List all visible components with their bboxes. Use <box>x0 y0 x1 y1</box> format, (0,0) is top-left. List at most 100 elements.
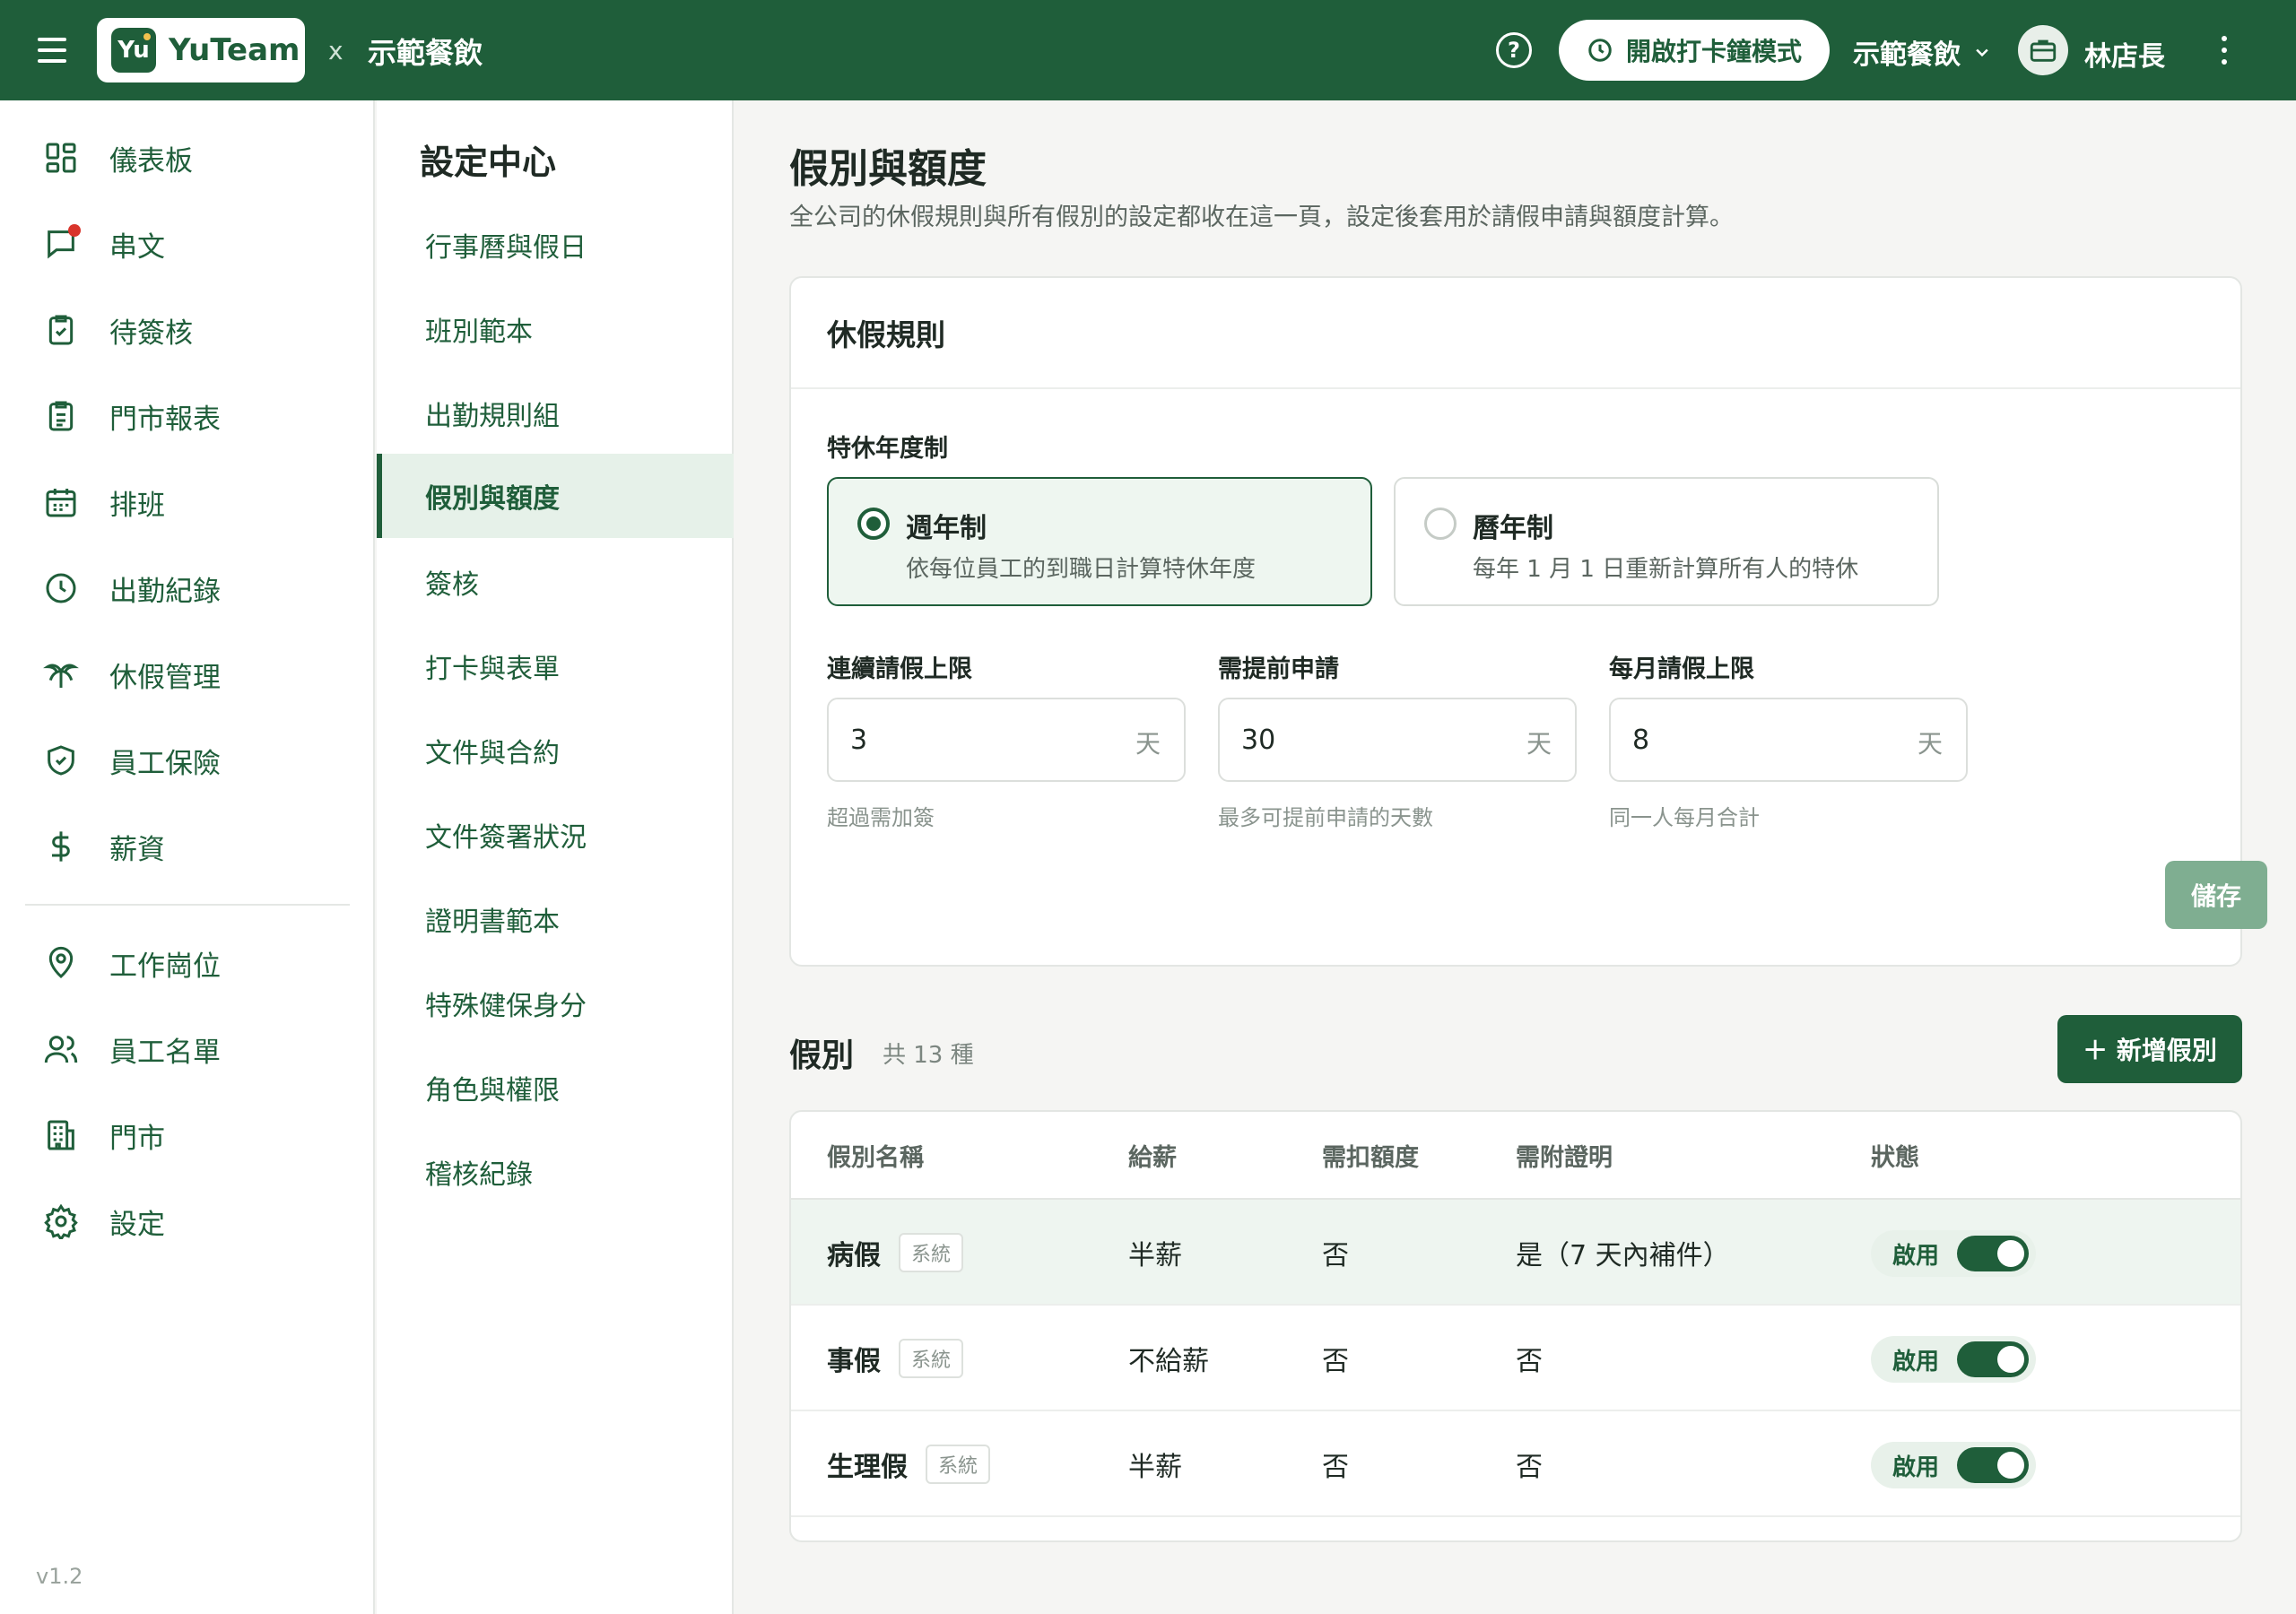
advance-apply-label: 需提前申請 <box>1218 655 1339 683</box>
sidebar-item-approvals[interactable]: 待簽核 <box>0 294 375 366</box>
monthly-limit-label: 每月請假上限 <box>1609 655 1754 683</box>
subnav-item-roles-permissions[interactable]: 角色與權限 <box>377 1046 734 1130</box>
save-button[interactable]: 儲存 <box>2165 861 2267 929</box>
status-toggle[interactable] <box>1957 1341 2029 1377</box>
leave-name-cell: 生理假 系統 <box>827 1411 991 1517</box>
option-title: 週年制 <box>906 513 987 544</box>
page-description: 全公司的休假規則與所有假別的設定都收在這一頁，設定後套用於請假申請與額度計算。 <box>789 204 1734 231</box>
table-row[interactable]: 事假 系統 不給薪 否 否 啟用 <box>791 1306 2240 1411</box>
sidebar-item-label: 排班 <box>109 489 165 522</box>
status-badge: 啟用 <box>1871 1230 2036 1277</box>
subnav-item-signing-status[interactable]: 文件簽署狀況 <box>377 793 734 877</box>
chat-icon <box>39 222 83 265</box>
sidebar-item-label: 休假管理 <box>109 661 221 694</box>
more-vertical-icon[interactable] <box>2215 32 2233 68</box>
proof-cell: 否 <box>1516 1452 1543 1483</box>
subnav-item-audit-log[interactable]: 稽核紀錄 <box>377 1130 734 1214</box>
logo-text: YuTeam <box>169 32 300 68</box>
sidebar-item-payroll[interactable]: 薪資 <box>0 811 375 882</box>
column-header-deduct: 需扣額度 <box>1322 1143 1419 1172</box>
subnav-item-documents-contracts[interactable]: 文件與合約 <box>377 708 734 793</box>
column-header-status: 狀態 <box>1871 1143 1919 1172</box>
status-toggle[interactable] <box>1957 1447 2029 1483</box>
leave-name: 病假 <box>827 1240 881 1271</box>
deduct-cell: 否 <box>1322 1452 1349 1483</box>
table-row[interactable]: 生理假 系統 半薪 否 否 啟用 <box>791 1411 2240 1517</box>
system-tag: 系統 <box>899 1339 964 1378</box>
subnav-item-shift-templates[interactable]: 班別範本 <box>377 287 734 371</box>
option-calendar-year[interactable]: 曆年制 每年 1 月 1 日重新計算所有人的特休 <box>1394 477 1939 606</box>
settings-subnav: 設定中心 行事曆與假日 班別範本 出勤規則組 假別與額度 簽核 打卡與表單 文件… <box>377 100 734 1614</box>
sidebar-item-label: 待簽核 <box>109 317 193 350</box>
logo-mark: Yu <box>111 28 156 73</box>
sidebar-item-dashboard[interactable]: 儀表板 <box>0 122 375 194</box>
leave-name: 生理假 <box>827 1452 908 1483</box>
store-select[interactable]: 示範餐飲 <box>1853 32 1991 72</box>
subnav-item-leave-quota[interactable]: 假別與額度 <box>377 454 734 538</box>
proof-cell: 否 <box>1516 1346 1543 1377</box>
input-unit: 天 <box>1917 729 1943 759</box>
add-leave-type-button[interactable]: ＋ 新增假別 <box>2057 1015 2242 1083</box>
sidebar-item-stores[interactable]: 門市 <box>0 1099 375 1171</box>
sidebar-item-settings[interactable]: 設定 <box>0 1185 375 1257</box>
leave-name-cell: 事假 系統 <box>827 1306 964 1411</box>
building-icon <box>39 1114 83 1157</box>
logo[interactable]: Yu YuTeam <box>97 18 305 82</box>
users-icon <box>39 1028 83 1071</box>
advance-apply-input[interactable]: 30 天 <box>1218 698 1577 782</box>
calendar-icon <box>39 481 83 524</box>
subnav-item-health-insurance-status[interactable]: 特殊健保身分 <box>377 961 734 1046</box>
deduct-cell: 否 <box>1322 1346 1349 1377</box>
sidebar-item-chat[interactable]: 串文 <box>0 208 375 280</box>
dollar-icon <box>39 825 83 868</box>
org-name: 示範餐飲 <box>368 36 483 70</box>
user-name[interactable]: 林店長 <box>2084 34 2165 74</box>
subnav-item-clock-forms[interactable]: 打卡與表單 <box>377 624 734 708</box>
sidebar-item-employees[interactable]: 員工名單 <box>0 1013 375 1085</box>
sidebar-item-label: 員工名單 <box>109 1036 221 1069</box>
leave-types-title: 假別 <box>789 1037 855 1074</box>
sidebar-item-label: 薪資 <box>109 833 165 866</box>
clock-mode-label: 開啟打卡鐘模式 <box>1625 37 1802 66</box>
sidebar: 儀表板 串文 待簽核 門市報表 排班 出勤紀錄 休假管理 員工保險 薪資 工作崗… <box>0 100 375 1614</box>
sidebar-item-schedule[interactable]: 排班 <box>0 466 375 538</box>
sidebar-item-store-reports[interactable]: 門市報表 <box>0 380 375 452</box>
sidebar-item-label: 出勤紀錄 <box>109 575 221 608</box>
leave-name: 事假 <box>827 1346 881 1377</box>
location-pin-icon <box>39 941 83 985</box>
sidebar-item-label: 串文 <box>109 230 165 264</box>
max-consecutive-input[interactable]: 3 天 <box>827 698 1186 782</box>
sidebar-item-positions[interactable]: 工作崗位 <box>0 927 375 999</box>
clock-icon <box>1588 39 1612 62</box>
max-consecutive-hint: 超過需加簽 <box>827 805 935 830</box>
sidebar-item-label: 儀表板 <box>109 144 193 178</box>
subnav-item-attendance-rules[interactable]: 出勤規則組 <box>377 371 734 456</box>
subnav-item-calendar-holidays[interactable]: 行事曆與假日 <box>377 203 734 287</box>
status-badge: 啟用 <box>1871 1442 2036 1488</box>
subnav-item-approval[interactable]: 簽核 <box>377 540 734 624</box>
menu-icon[interactable] <box>36 34 68 66</box>
sidebar-item-attendance[interactable]: 出勤紀錄 <box>0 552 375 624</box>
input-value: 8 <box>1632 724 1650 756</box>
avatar[interactable] <box>2018 25 2068 75</box>
sidebar-item-leave[interactable]: 休假管理 <box>0 638 375 710</box>
status-toggle[interactable] <box>1957 1236 2029 1271</box>
sidebar-item-insurance[interactable]: 員工保險 <box>0 725 375 796</box>
help-icon[interactable]: ? <box>1496 32 1532 68</box>
sidebar-item-label: 門市報表 <box>109 403 221 436</box>
palm-tree-icon <box>39 653 83 696</box>
pay-cell: 不給薪 <box>1128 1346 1209 1377</box>
store-select-value: 示範餐飲 <box>1853 39 1961 71</box>
table-row[interactable]: 病假 系統 半薪 否 是（7 天內補件） 啟用 <box>791 1200 2240 1306</box>
leave-rules-title: 休假規則 <box>791 278 2240 389</box>
sidebar-item-label: 工作崗位 <box>109 950 221 983</box>
app-version: v1.2 <box>36 1564 83 1589</box>
option-description: 每年 1 月 1 日重新計算所有人的特休 <box>1473 556 1859 583</box>
monthly-limit-input[interactable]: 8 天 <box>1609 698 1968 782</box>
column-header-name: 假別名稱 <box>827 1143 924 1172</box>
subnav-item-certificate-templates[interactable]: 證明書範本 <box>377 877 734 961</box>
status-label: 啟用 <box>1892 1348 1940 1375</box>
option-anniversary-year[interactable]: 週年制 依每位員工的到職日計算特休年度 <box>827 477 1372 606</box>
top-bar: Yu YuTeam x 示範餐飲 ? 開啟打卡鐘模式 示範餐飲 林店長 <box>0 0 2296 100</box>
clock-mode-button[interactable]: 開啟打卡鐘模式 <box>1559 20 1830 81</box>
